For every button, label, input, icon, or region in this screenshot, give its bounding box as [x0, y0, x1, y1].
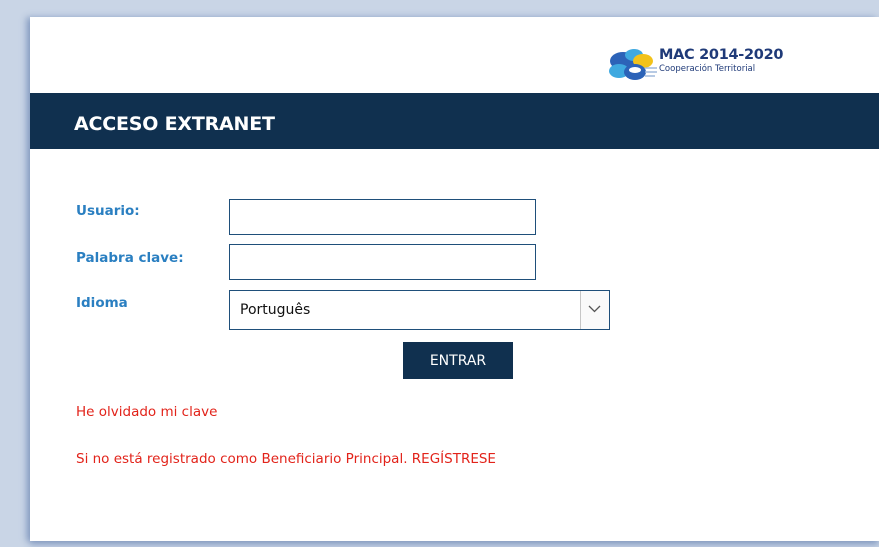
language-select[interactable]: Português	[229, 290, 610, 330]
username-input[interactable]	[229, 199, 536, 235]
username-label: Usuario:	[76, 203, 140, 219]
mac-logo: MAC 2014-2020 Cooperación Territorial	[605, 44, 825, 86]
logo-title: MAC 2014-2020	[659, 47, 784, 63]
login-window: MAC 2014-2020 Cooperación Territorial AC…	[30, 17, 879, 541]
mac-logo-icon	[609, 49, 657, 80]
register-link[interactable]: Si no está registrado como Beneficiario …	[76, 451, 496, 467]
language-select-toggle[interactable]	[580, 291, 609, 329]
language-selected-value: Português	[240, 302, 311, 318]
logo-subtitle: Cooperación Territorial	[659, 64, 756, 74]
login-button[interactable]: ENTRAR	[403, 342, 513, 379]
title-bar: ACCESO EXTRANET	[30, 93, 879, 149]
top-header: MAC 2014-2020 Cooperación Territorial	[30, 17, 879, 92]
page-title: ACCESO EXTRANET	[74, 113, 275, 135]
language-label: Idioma	[76, 295, 128, 311]
password-label: Palabra clave:	[76, 250, 184, 266]
chevron-down-icon	[588, 305, 601, 313]
forgot-password-link[interactable]: He olvidado mi clave	[76, 404, 217, 420]
password-input[interactable]	[229, 244, 536, 280]
